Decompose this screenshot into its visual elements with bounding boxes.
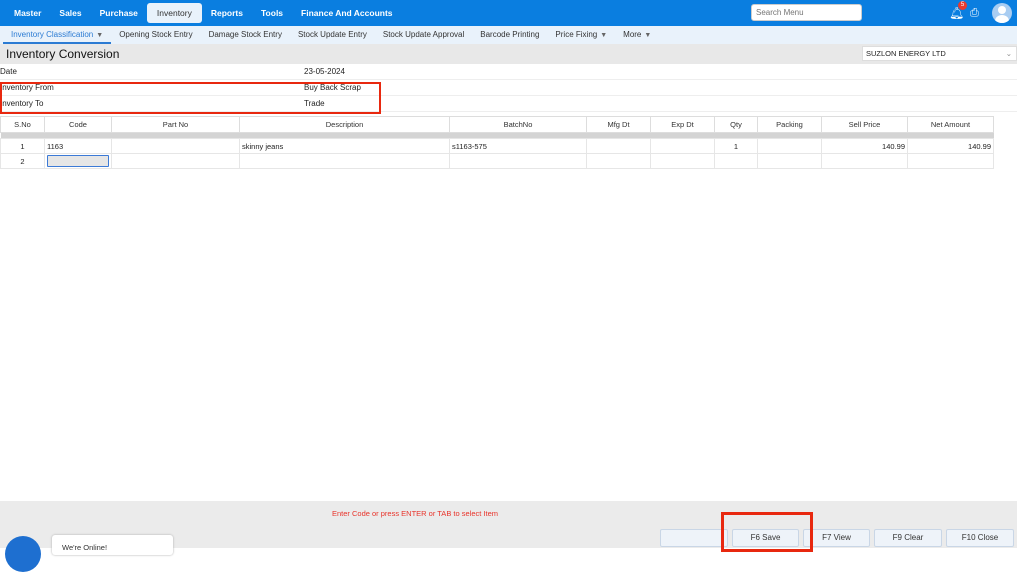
nav-finance[interactable]: Finance And Accounts	[292, 3, 401, 23]
cell-mfg-dt[interactable]	[586, 138, 651, 154]
tab-opening-stock-entry[interactable]: Opening Stock Entry	[111, 26, 200, 44]
cell-code[interactable]: 1163	[44, 138, 112, 154]
col-part-no: Part No	[111, 116, 240, 133]
caret-down-icon: ▼	[96, 32, 104, 39]
cell-qty[interactable]: 1	[714, 138, 758, 154]
cell-batch-no[interactable]: s1163-575	[449, 138, 587, 154]
blank-button[interactable]	[660, 529, 728, 547]
tab-label: Inventory Classification	[11, 30, 94, 39]
tab-label: More	[623, 30, 642, 39]
tab-label: Price Fixing	[555, 30, 598, 39]
table-row[interactable]: 2	[0, 153, 994, 169]
tab-price-fixing[interactable]: Price Fixing ▼	[547, 26, 615, 44]
table-row[interactable]: 1 1163 skinny jeans s1163-575 1 140.99 1…	[0, 138, 994, 154]
col-qty: Qty	[714, 116, 758, 133]
cell-net-amount: 140.99	[907, 138, 994, 154]
cell-exp-dt[interactable]	[650, 153, 715, 169]
col-exp-dt: Exp Dt	[650, 116, 715, 133]
tab-more[interactable]: More ▼	[615, 26, 659, 44]
tab-stock-update-entry[interactable]: Stock Update Entry	[290, 26, 375, 44]
printer-icon[interactable]: ⎙	[970, 7, 979, 20]
cell-net-amount	[907, 153, 994, 169]
cell-packing[interactable]	[757, 138, 822, 154]
nav-inventory[interactable]: Inventory	[146, 3, 202, 23]
company-select[interactable]: SUZLON ENERGY LTD ⌄	[862, 46, 1017, 61]
notification-badge: 5	[958, 1, 967, 10]
nav-reports[interactable]: Reports	[202, 3, 252, 23]
cell-sno: 1	[0, 138, 45, 154]
date-row: Date 23-05-2024	[0, 64, 1017, 80]
top-bar: Master Sales Purchase Inventory Reports …	[0, 0, 1017, 26]
cell-part-no[interactable]	[111, 138, 240, 154]
highlight-box	[0, 82, 381, 114]
cell-exp-dt[interactable]	[650, 138, 715, 154]
cell-packing[interactable]	[757, 153, 822, 169]
cell-qty[interactable]	[714, 153, 758, 169]
col-sno: S.No	[0, 116, 45, 133]
cell-sell-price[interactable]: 140.99	[821, 138, 908, 154]
avatar[interactable]	[992, 3, 1012, 23]
col-net-amount: Net Amount	[907, 116, 994, 133]
save-highlight-box	[721, 512, 813, 552]
cell-batch-no[interactable]	[449, 153, 587, 169]
nav-sales[interactable]: Sales	[50, 3, 90, 23]
main-nav: Master Sales Purchase Inventory Reports …	[5, 3, 402, 23]
chat-widget[interactable]: We're Online!	[52, 535, 173, 555]
col-code: Code	[44, 116, 112, 133]
nav-purchase[interactable]: Purchase	[91, 3, 147, 23]
col-description: Description	[239, 116, 450, 133]
cell-mfg-dt[interactable]	[586, 153, 651, 169]
col-sell-price: Sell Price	[821, 116, 908, 133]
tab-damage-stock-entry[interactable]: Damage Stock Entry	[201, 26, 290, 44]
col-mfg-dt: Mfg Dt	[586, 116, 651, 133]
nav-tools[interactable]: Tools	[252, 3, 292, 23]
cell-sell-price[interactable]	[821, 153, 908, 169]
close-button[interactable]: F10 Close	[946, 529, 1014, 547]
tab-barcode-printing[interactable]: Barcode Printing	[472, 26, 547, 44]
cell-description[interactable]	[239, 153, 450, 169]
title-bar: Inventory Conversion SUZLON ENERGY LTD ⌄	[0, 44, 1017, 64]
cell-description[interactable]: skinny jeans	[239, 138, 450, 154]
caret-down-icon: ▼	[644, 32, 652, 39]
caret-down-icon: ▼	[600, 32, 608, 39]
search-menu-input[interactable]	[751, 4, 862, 21]
date-value[interactable]: 23-05-2024	[304, 64, 345, 80]
cell-code[interactable]	[44, 153, 112, 169]
cell-part-no[interactable]	[111, 153, 240, 169]
nav-master[interactable]: Master	[5, 3, 50, 23]
chat-icon[interactable]	[5, 536, 41, 572]
clear-button[interactable]: F9 Clear	[874, 529, 942, 547]
status-message: Enter Code or press ENTER or TAB to sele…	[331, 509, 499, 518]
tab-inventory-classification[interactable]: Inventory Classification ▼	[3, 26, 112, 44]
tab-stock-update-approval[interactable]: Stock Update Approval	[375, 26, 472, 44]
date-label: Date	[0, 67, 17, 76]
table-header: S.No Code Part No Description BatchNo Mf…	[0, 116, 994, 133]
view-button[interactable]: F7 View	[803, 529, 870, 547]
col-batch-no: BatchNo	[449, 116, 587, 133]
code-input[interactable]	[47, 155, 109, 167]
cell-sno: 2	[0, 153, 45, 169]
company-value: SUZLON ENERGY LTD	[866, 49, 946, 58]
items-table: S.No Code Part No Description BatchNo Mf…	[0, 116, 994, 169]
sub-nav: Inventory Classification ▼ Opening Stock …	[0, 26, 1017, 44]
col-packing: Packing	[757, 116, 822, 133]
chevron-down-icon: ⌄	[1005, 49, 1012, 58]
